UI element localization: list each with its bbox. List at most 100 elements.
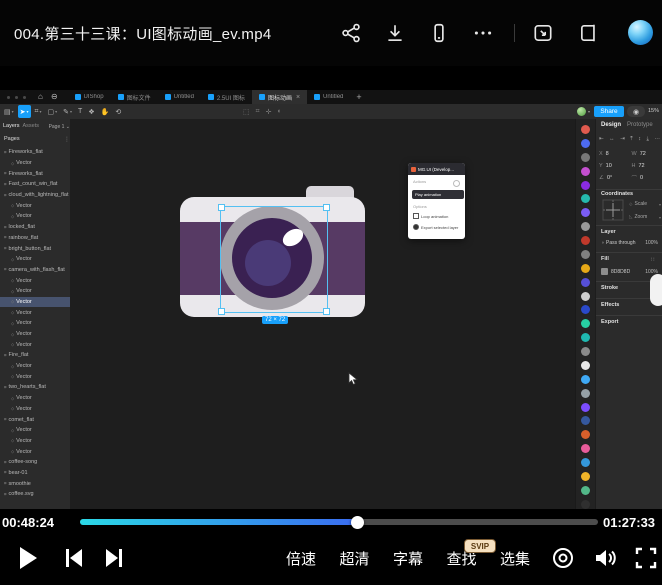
layer-row[interactable]: ⬦Vector — [0, 436, 70, 447]
previous-button[interactable] — [62, 546, 86, 570]
plugin-icon-16[interactable] — [581, 347, 590, 356]
new-tab-button[interactable]: + — [356, 90, 361, 104]
component-tool[interactable]: ❖ — [86, 105, 96, 118]
plugin-icon-2[interactable] — [581, 153, 590, 162]
present-button[interactable]: ◉ — [627, 106, 645, 117]
progress-bar[interactable] — [80, 519, 598, 525]
move-tool[interactable]: ➤▾ — [18, 105, 31, 118]
view-icon-2[interactable]: ✛ — [266, 108, 272, 116]
layer-row[interactable]: ⬦Vector — [0, 254, 70, 265]
quality-button[interactable]: 超清 — [339, 548, 369, 569]
text-tool[interactable]: T — [76, 105, 84, 118]
layer-row[interactable]: ⌗coffee.svg — [0, 489, 70, 500]
fill-hex[interactable]: 8D8D8D — [611, 269, 630, 275]
play-button[interactable] — [20, 547, 37, 569]
plugin-icon-18[interactable] — [581, 375, 590, 384]
popup-primary-row[interactable]: Play animation — [412, 190, 464, 199]
plugin-icon-1[interactable] — [581, 139, 590, 148]
layer-row[interactable]: ⬦Vector — [0, 361, 70, 372]
account-icon[interactable]: ⊖ — [51, 90, 58, 104]
file-tab-4[interactable]: 图标动画× — [252, 90, 307, 104]
selection-handle[interactable] — [218, 308, 225, 315]
plugin-icon-4[interactable] — [581, 181, 590, 190]
layer-row[interactable]: ⌗bright_button_flat — [0, 243, 70, 254]
plugin-icon-15[interactable] — [581, 333, 590, 342]
file-tab-1[interactable]: 图标文件 — [111, 90, 158, 104]
zoom-constraint-row[interactable]: ◺ Zoom ▾ — [629, 214, 661, 220]
align-icon-1[interactable]: ↔ — [609, 136, 615, 143]
layer-row[interactable]: ⌗Fireworks_flat — [0, 168, 70, 179]
popup-toggle[interactable] — [453, 180, 460, 187]
layer-row[interactable]: ⌗coffee-song — [0, 457, 70, 468]
align-icon-0[interactable]: ⇤ — [599, 136, 604, 143]
plugin-icon-3[interactable] — [581, 167, 590, 176]
plugin-icon-12[interactable] — [581, 292, 590, 301]
selection-handle[interactable] — [323, 204, 330, 211]
layer-row[interactable]: ⬦Vector — [0, 211, 70, 222]
layer-row[interactable]: ⌗camera_with_flash_flat — [0, 265, 70, 276]
align-icon-4[interactable]: ↕ — [638, 136, 641, 143]
layer-row[interactable]: ⬦Vector — [0, 446, 70, 457]
blend-mode-row[interactable]: ◑ Pass through 100% — [601, 240, 658, 246]
speed-button[interactable]: 倍速 — [286, 548, 316, 569]
progress-thumb[interactable] — [351, 516, 364, 529]
layer-row[interactable]: ⌗Fireworks_flat — [0, 147, 70, 158]
file-tab-2[interactable]: Untitled — [158, 90, 201, 104]
fill-color-swatch[interactable] — [601, 268, 608, 275]
view-icon-0[interactable]: ⬚ — [243, 108, 250, 116]
tab-close-icon[interactable]: × — [296, 94, 300, 101]
layer-row[interactable]: ⬦Vector — [0, 339, 70, 350]
view-icon-1[interactable]: ⌗ — [256, 108, 260, 116]
align-icon-2[interactable]: ⇥ — [620, 136, 625, 143]
tab-prototype[interactable]: Prototype — [627, 122, 653, 128]
popout-icon[interactable] — [578, 22, 600, 44]
layer-row[interactable]: ⬦Vector — [0, 286, 70, 297]
field-X[interactable]: X8 — [599, 148, 628, 160]
hand-tool[interactable]: ✋ — [99, 105, 112, 118]
user-avatar[interactable] — [577, 107, 586, 116]
layer-row[interactable]: ⌗smoothie — [0, 478, 70, 489]
fill-row[interactable]: 8D8D8D 100% — [601, 268, 658, 275]
scale-constraint-row[interactable]: ⟐ Scale ▾ — [629, 201, 661, 207]
layer-row[interactable]: ⌗cloud_with_lightning_flat — [0, 190, 70, 201]
plugin-icon-11[interactable] — [581, 278, 590, 287]
plugin-icon-21[interactable] — [581, 416, 590, 425]
plugin-icon-27[interactable] — [581, 500, 590, 509]
plugin-icon-7[interactable] — [581, 222, 590, 231]
layer-row[interactable]: ⬦Vector — [0, 275, 70, 286]
plugin-icon-19[interactable] — [581, 389, 590, 398]
field-Y[interactable]: Y10 — [599, 160, 628, 172]
zoom-level[interactable]: 15% — [648, 108, 659, 114]
volume-icon[interactable] — [593, 546, 619, 570]
plugin-icon-17[interactable] — [581, 361, 590, 370]
pen-tool[interactable]: ✎▾ — [61, 105, 74, 118]
frame-tool[interactable]: ⌗▾ — [33, 105, 44, 118]
plugin-icon-23[interactable] — [581, 444, 590, 453]
screenshot-icon[interactable] — [532, 22, 554, 44]
checkbox-icon[interactable] — [413, 213, 419, 219]
layer-row[interactable]: ⬦Vector — [0, 425, 70, 436]
plugin-icon-25[interactable] — [581, 472, 590, 481]
episodes-button[interactable]: 选集 — [500, 548, 530, 569]
record-icon[interactable] — [551, 546, 575, 570]
file-tab-0[interactable]: UIShop — [68, 90, 111, 104]
layer-row[interactable]: ⌗locked_flat — [0, 222, 70, 233]
layer-row[interactable]: ⌗bear-01 — [0, 468, 70, 479]
layer-row[interactable]: ⬦Vector — [0, 297, 70, 308]
popup-checkbox-row[interactable]: Loop animation — [413, 213, 462, 219]
share-icon[interactable] — [340, 22, 362, 44]
field-W[interactable]: W72 — [632, 148, 661, 160]
layer-row[interactable]: ⬦Vector — [0, 200, 70, 211]
plugin-icon-22[interactable] — [581, 430, 590, 439]
selection-handle[interactable] — [323, 308, 330, 315]
download-icon[interactable] — [384, 22, 406, 44]
next-button[interactable] — [102, 546, 126, 570]
more-icon[interactable] — [472, 22, 494, 44]
plugin-icon-8[interactable] — [581, 236, 590, 245]
design-canvas[interactable]: 72 × 72 MG.UI (Develop... × Actions Play… — [70, 119, 575, 515]
pages-row[interactable]: Pages ⋮ — [0, 134, 71, 144]
tab-design[interactable]: Design — [601, 122, 621, 128]
avatar-caret-icon[interactable]: ▾ — [588, 109, 590, 114]
subtitles-button[interactable]: 字幕 — [393, 548, 423, 569]
history-tool[interactable]: ⟲ — [113, 105, 123, 118]
